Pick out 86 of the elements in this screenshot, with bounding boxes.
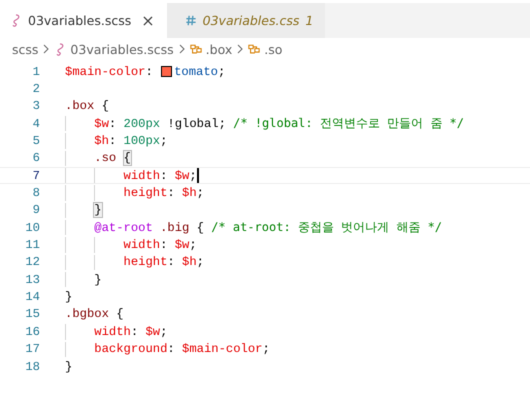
code-token: height <box>124 186 168 200</box>
line-number: 14 <box>24 290 40 304</box>
code-token: : <box>108 134 118 148</box>
code-token: width <box>124 168 160 183</box>
line-number: 12 <box>24 255 40 270</box>
line-number: 5 <box>32 134 40 148</box>
line-number: 17 <box>24 342 40 356</box>
code-token: @at-root <box>94 220 153 235</box>
line-number: 18 <box>24 360 40 374</box>
code-token: $w <box>145 324 160 339</box>
code-token: background <box>94 342 168 356</box>
code-token: 200px <box>124 116 160 131</box>
code-token: ; <box>196 186 204 200</box>
line-number: 11 <box>24 238 40 252</box>
code-token: .big <box>159 220 190 235</box>
line-number: 6 <box>32 151 40 166</box>
code-token: $main-color <box>182 342 262 356</box>
code-token: } <box>65 360 72 374</box>
code-token: { <box>196 220 204 235</box>
code-token: { <box>100 99 109 114</box>
code-token: ; <box>160 134 168 148</box>
code-token: $h <box>182 186 197 200</box>
breadcrumb-item[interactable]: .box <box>190 42 232 56</box>
code-token: ; <box>262 342 270 356</box>
code-token: : <box>108 116 118 131</box>
hash-icon <box>184 14 197 27</box>
code-token: tomato <box>174 64 218 79</box>
line-number: 1 <box>32 64 40 79</box>
code-token: ; <box>189 168 197 183</box>
sass-file-icon <box>54 42 66 56</box>
code-token: $w <box>174 168 190 183</box>
class-symbol-icon <box>190 42 202 56</box>
breadcrumb-item[interactable]: 03variables.scss <box>54 42 174 56</box>
code-token: : <box>167 342 176 356</box>
code-token: /* at-root: 중첩을 벗어나게 해줌 */ <box>210 219 442 236</box>
code-token: .bgbox <box>65 307 109 322</box>
code-token: $w <box>174 238 190 252</box>
code-token: { <box>124 151 131 166</box>
code-token: ; <box>196 255 204 270</box>
code-token: /* !global: 전역변수로 만들어 줌 */ <box>232 115 464 132</box>
line-number: 2 <box>32 82 40 96</box>
line-number: 7 <box>32 168 40 183</box>
code-token: : <box>167 186 176 200</box>
editor-tab[interactable]: 03variables.scss × <box>0 3 167 38</box>
code-token: width <box>124 238 160 252</box>
line-number: 16 <box>24 324 40 339</box>
line-number: 3 <box>32 99 40 114</box>
line-number: 9 <box>32 203 40 218</box>
code-token: : <box>130 324 140 339</box>
code-token: { <box>115 307 124 322</box>
breadcrumb-item[interactable]: scss <box>12 42 38 56</box>
breadcrumb-item[interactable]: .so <box>248 42 282 56</box>
sass-file-icon <box>10 14 22 27</box>
chevron-icon <box>43 44 50 54</box>
code-token: : <box>167 255 176 270</box>
code-token: .so <box>94 151 118 166</box>
code-token: } <box>94 272 102 287</box>
code-token: $w <box>94 116 109 131</box>
code-token: .box <box>65 99 94 114</box>
code-token: $main-color <box>65 64 146 79</box>
line-number: 10 <box>24 220 40 235</box>
editor-tab[interactable]: 03variables.css 1 <box>166 3 325 38</box>
code-token: ; <box>160 324 168 339</box>
code-token: } <box>94 203 102 218</box>
chevron-icon <box>237 44 244 54</box>
code-token: ; <box>218 64 226 79</box>
chevron-icon <box>178 44 185 54</box>
code-token: $h <box>94 134 109 148</box>
line-number: 15 <box>24 307 40 322</box>
code-token: !global; <box>166 116 226 131</box>
line-number: 4 <box>32 116 40 131</box>
text-cursor <box>196 168 199 184</box>
code-token: : <box>145 64 154 79</box>
code-token: width <box>94 324 131 339</box>
code-token: $h <box>182 255 197 270</box>
code-token: } <box>65 290 72 304</box>
close-icon[interactable]: × <box>141 11 155 30</box>
code-token: 100px <box>124 134 160 148</box>
code-token: : <box>160 238 168 252</box>
class-symbol-icon <box>248 42 260 56</box>
color-swatch[interactable] <box>161 66 172 78</box>
code-token: ; <box>189 238 197 252</box>
line-number: 8 <box>32 186 40 200</box>
line-number: 13 <box>24 272 40 287</box>
code-token: height <box>124 255 168 270</box>
code-token: : <box>160 168 168 183</box>
